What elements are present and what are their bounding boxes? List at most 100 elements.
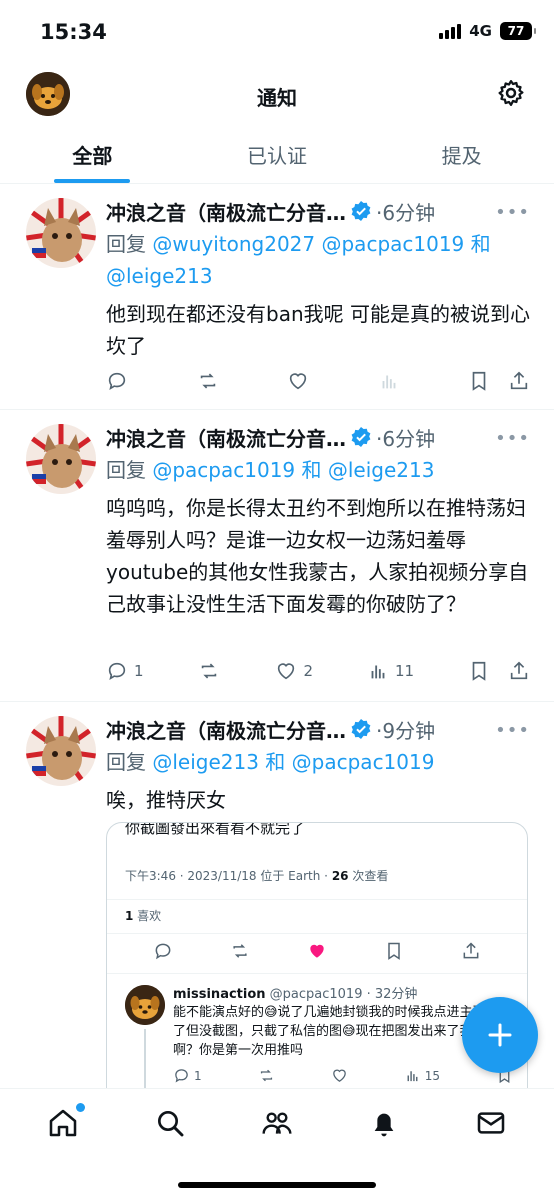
more-icon[interactable]: •••	[495, 720, 530, 741]
bookmark-icon[interactable]	[468, 660, 490, 682]
tweet-actions	[106, 366, 530, 396]
tweet-avatar[interactable]	[26, 424, 96, 494]
bell-icon	[374, 1113, 394, 1137]
like-button[interactable]: 2	[275, 660, 313, 682]
tweet-time: ·6分钟	[376, 200, 436, 225]
unread-dot	[76, 1103, 86, 1112]
reply-handles[interactable]: @pacpac1019 和 @leige213	[152, 458, 434, 482]
reply-count: 1	[134, 662, 144, 680]
top-header: 通知	[0, 64, 554, 126]
heart-icon	[289, 373, 307, 390]
tweet-item[interactable]: 冲浪之音（南极流亡分音… ·6分钟 ••• 回复 @pacpac1019 和 @…	[0, 410, 554, 702]
status-time: 15:34	[40, 20, 107, 44]
comment-icon	[108, 372, 126, 391]
nav-notifications[interactable]	[368, 1107, 400, 1139]
share-icon[interactable]	[508, 370, 530, 392]
plus-icon	[488, 1023, 512, 1047]
embedded-cut-text: 你截圖發出來看看不就完了	[125, 822, 306, 837]
tweet-item[interactable]: 冲浪之音（南极流亡分音… ·6分钟 ••• 回复 @wuyitong2027 @…	[0, 184, 554, 410]
reply-handles[interactable]: @leige213 和 @pacpac1019	[152, 750, 434, 774]
like-count: 2	[303, 662, 313, 680]
comment-icon	[175, 1069, 188, 1083]
reply-to-line: 回复 @pacpac1019 和 @leige213	[106, 458, 435, 482]
search-icon	[158, 1111, 184, 1137]
reply-handles[interactable]: @wuyitong2027 @pacpac1019 和	[152, 232, 490, 256]
cat-avatar-icon	[26, 424, 96, 494]
verified-badge-icon	[351, 427, 371, 447]
heart-icon	[278, 663, 295, 680]
tweet-text: 唉，推特厌女	[106, 788, 226, 812]
tweet-text: 他到现在都还没有ban我呢 可能是真的被说到心坎了	[106, 302, 530, 358]
retweet-button[interactable]	[198, 660, 222, 682]
retweet-icon	[201, 663, 216, 679]
retweet-button[interactable]	[197, 370, 221, 392]
more-icon[interactable]: •••	[495, 428, 530, 449]
page-title: 通知	[257, 86, 297, 110]
heart-filled-icon	[310, 944, 324, 958]
embedded-likes: 1 喜欢	[125, 909, 162, 923]
tab-all[interactable]: 全部	[0, 126, 185, 183]
reply-actions: 1 15	[173, 1067, 513, 1084]
verified-badge-icon	[351, 719, 371, 739]
embedded-meta: 下午3:46 · 2023/11/18 位于 Earth · 26 次查看	[125, 869, 389, 883]
nav-search[interactable]	[154, 1107, 186, 1139]
attached-image[interactable]: 你截圖發出來看看不就完了 下午3:46 · 2023/11/18 位于 Eart…	[106, 822, 528, 1112]
divider	[107, 899, 527, 900]
view-count: 11	[394, 662, 415, 680]
author-name[interactable]: 冲浪之音（南极流亡分音…	[106, 197, 346, 226]
heart-icon	[332, 1069, 346, 1082]
tweet-actions: 1 2 11	[106, 656, 530, 686]
retweet-icon	[260, 1069, 272, 1082]
tab-mentions[interactable]: 提及	[369, 126, 554, 183]
author-name[interactable]: 冲浪之音（南极流亡分音…	[106, 715, 346, 744]
views-icon	[371, 665, 385, 679]
dog-avatar-icon	[125, 985, 165, 1025]
status-bar: 15:34 4G 77	[0, 0, 554, 64]
reply-button[interactable]: 1	[106, 660, 144, 682]
retweet-icon	[200, 373, 215, 389]
tab-verified[interactable]: 已认证	[185, 126, 370, 183]
comment-icon	[155, 943, 171, 960]
tweet-time: ·9分钟	[376, 718, 436, 743]
nav-communities[interactable]	[261, 1107, 293, 1139]
home-icon	[50, 1109, 77, 1137]
more-icon[interactable]: •••	[495, 202, 530, 223]
embedded-actions	[153, 941, 481, 961]
tweet-time: ·6分钟	[376, 426, 436, 451]
views-button[interactable]: 11	[367, 660, 414, 682]
bookmark-icon	[388, 942, 400, 960]
divider	[107, 973, 527, 974]
cat-avatar-icon	[26, 716, 96, 786]
divider	[107, 933, 527, 934]
bookmark-icon[interactable]	[468, 370, 490, 392]
network-type: 4G	[469, 22, 492, 40]
battery-icon: 77	[500, 22, 536, 40]
tweet-text: 呜呜呜，你是长得太丑约不到炮所以在推特荡妇羞辱别人吗？是谁一边女权一边荡妇羞辱y…	[106, 496, 529, 616]
share-icon	[463, 942, 479, 959]
reply-handles-line2[interactable]: @leige213	[106, 264, 213, 288]
nav-messages[interactable]	[475, 1107, 507, 1139]
views-icon	[382, 375, 395, 389]
gear-icon[interactable]	[496, 78, 526, 108]
reply-to-line: 回复 @leige213 和 @pacpac1019	[106, 750, 435, 774]
compose-button[interactable]	[462, 997, 538, 1073]
reply-to-line: 回复 @wuyitong2027 @pacpac1019 和 @leige213	[106, 232, 491, 288]
nav-home[interactable]	[47, 1103, 86, 1139]
reply-avatar	[125, 985, 165, 1025]
notification-tabs: 全部 已认证 提及	[0, 126, 554, 184]
author-name[interactable]: 冲浪之音（南极流亡分音…	[106, 423, 346, 452]
signal-icon	[439, 23, 462, 39]
tweet-avatar[interactable]	[26, 716, 96, 786]
home-indicator	[178, 1182, 376, 1188]
like-button[interactable]	[287, 370, 311, 392]
verified-badge-icon	[351, 201, 371, 221]
share-icon[interactable]	[508, 660, 530, 682]
cat-avatar-icon	[26, 198, 96, 268]
comment-icon	[108, 662, 126, 681]
reply-button[interactable]	[106, 370, 130, 392]
retweet-icon	[233, 944, 247, 958]
communities-icon	[262, 1112, 292, 1134]
views-button[interactable]	[378, 370, 402, 392]
reply-author: missinaction @pacpac1019 · 32分钟	[173, 987, 418, 1002]
tweet-avatar[interactable]	[26, 198, 96, 268]
